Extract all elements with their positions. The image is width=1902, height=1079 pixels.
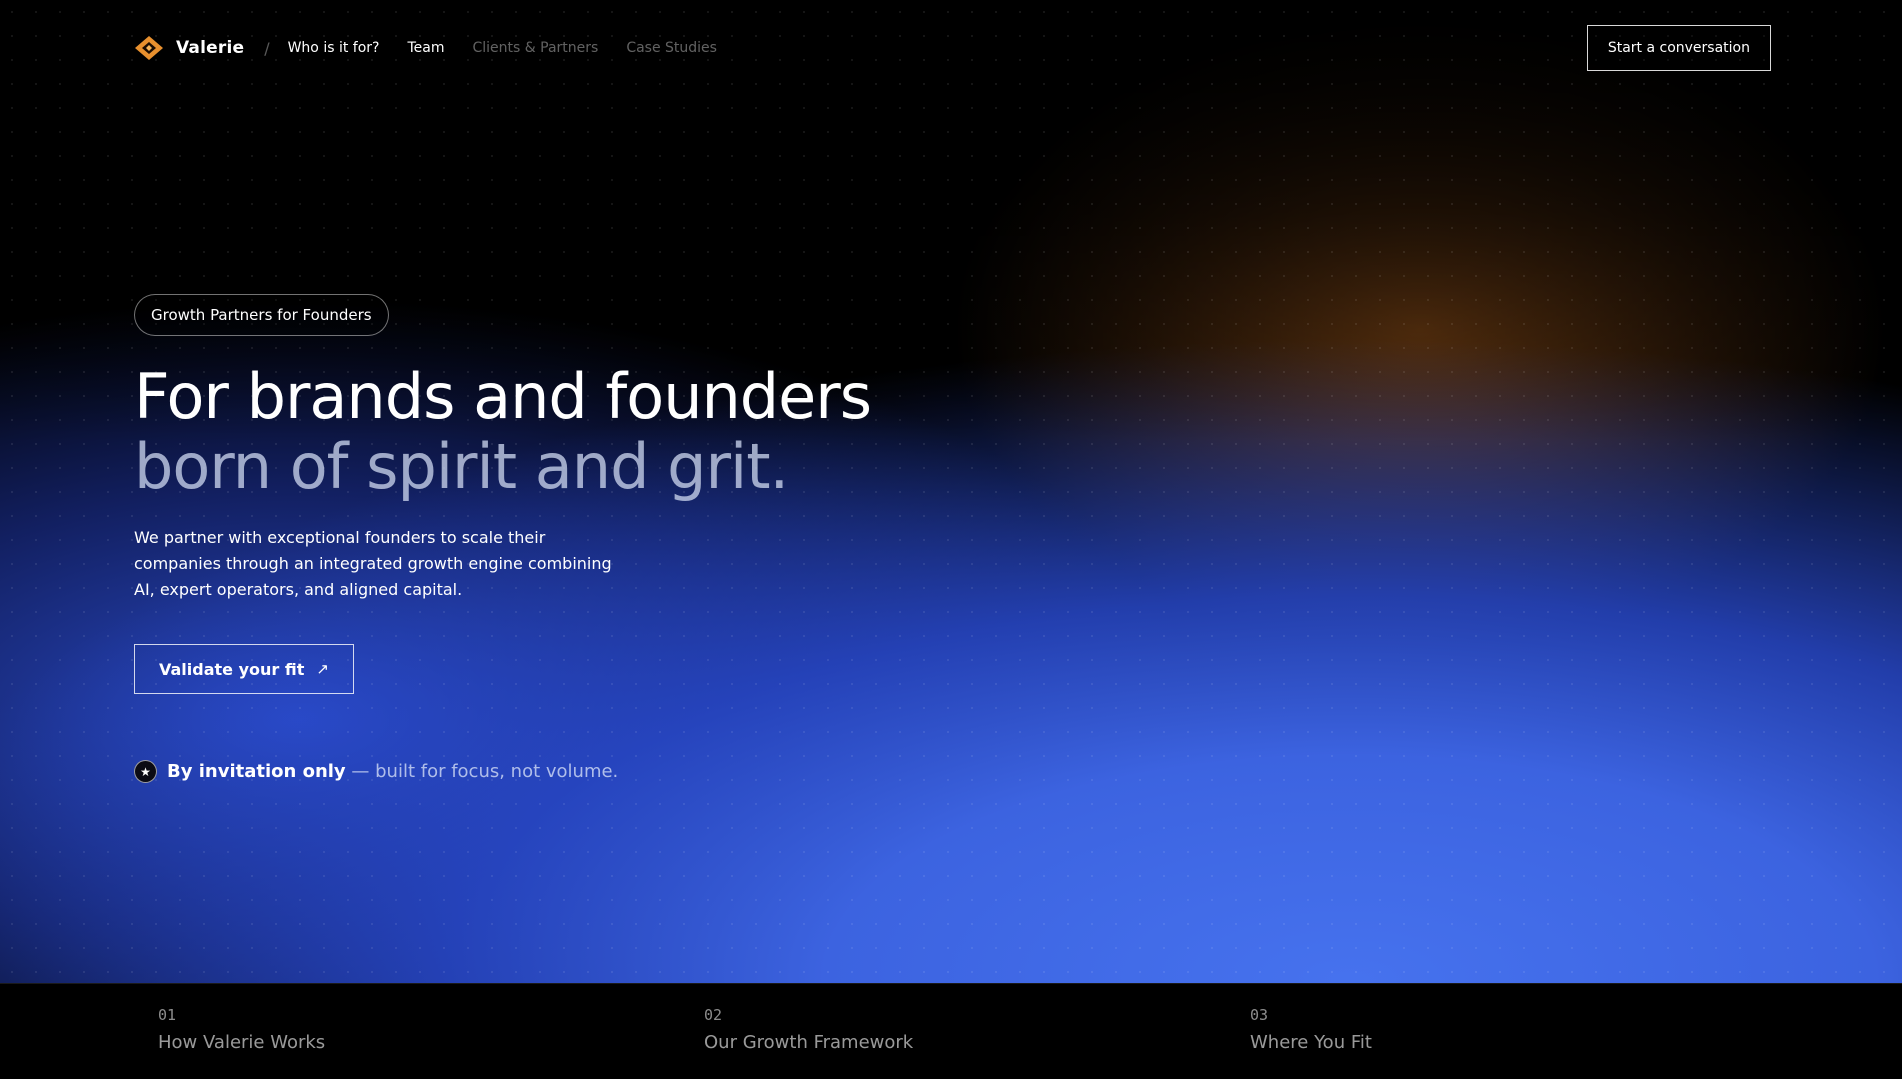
hero-headline: For brands and founders born of spirit a… — [134, 360, 872, 503]
section-index-bar: 01 How Valerie Works 02 Our Growth Frame… — [0, 983, 1902, 1079]
star-icon: ★ — [134, 760, 157, 783]
home-logo-link[interactable]: Valerie — [134, 35, 244, 61]
diamond-logo-icon — [135, 36, 163, 60]
nav-link-team[interactable]: Team — [407, 40, 444, 56]
hero-section: Valerie / Who is it for? Team Clients & … — [0, 0, 1902, 983]
hero-description: We partner with exceptional founders to … — [134, 528, 612, 599]
arrow-up-right-icon: ↗ — [316, 660, 329, 678]
nav-separator: / — [264, 38, 270, 58]
nav-link-case-studies[interactable]: Case Studies — [626, 40, 717, 56]
tagline-pill: Growth Partners for Founders — [134, 294, 389, 336]
invitation-note: ★ By invitation only — built for focus, … — [134, 760, 618, 783]
invite-strong: By invitation only — [167, 761, 346, 782]
headline-line-2: born of spirit and grit. — [134, 430, 789, 503]
nav-links: Who is it for? Team Clients & Partners C… — [288, 40, 717, 56]
section-number: 01 — [158, 1006, 177, 1024]
section-number: 02 — [704, 1006, 723, 1024]
invite-rest: — built for focus, not volume. — [345, 761, 619, 782]
section-title: How Valerie Works — [158, 1032, 326, 1053]
section-number: 03 — [1250, 1006, 1269, 1024]
section-link-how-valerie-works[interactable]: 01 How Valerie Works — [158, 1006, 325, 1053]
section-title: Where You Fit — [1250, 1032, 1372, 1053]
nav-link-clients[interactable]: Clients & Partners — [472, 40, 598, 56]
nav-link-who[interactable]: Who is it for? — [288, 40, 380, 56]
top-nav: Valerie / Who is it for? Team Clients & … — [134, 24, 1771, 72]
brand-name: Valerie — [176, 38, 245, 58]
validate-fit-label: Validate your fit — [159, 659, 305, 679]
validate-fit-button[interactable]: Validate your fit ↗ — [134, 644, 354, 694]
headline-line-1: For brands and founders — [134, 360, 872, 433]
section-link-where-you-fit[interactable]: 03 Where You Fit — [1250, 1006, 1372, 1053]
section-title: Our Growth Framework — [704, 1032, 914, 1053]
section-link-growth-framework[interactable]: 02 Our Growth Framework — [704, 1006, 913, 1053]
start-conversation-button[interactable]: Start a conversation — [1586, 25, 1771, 71]
